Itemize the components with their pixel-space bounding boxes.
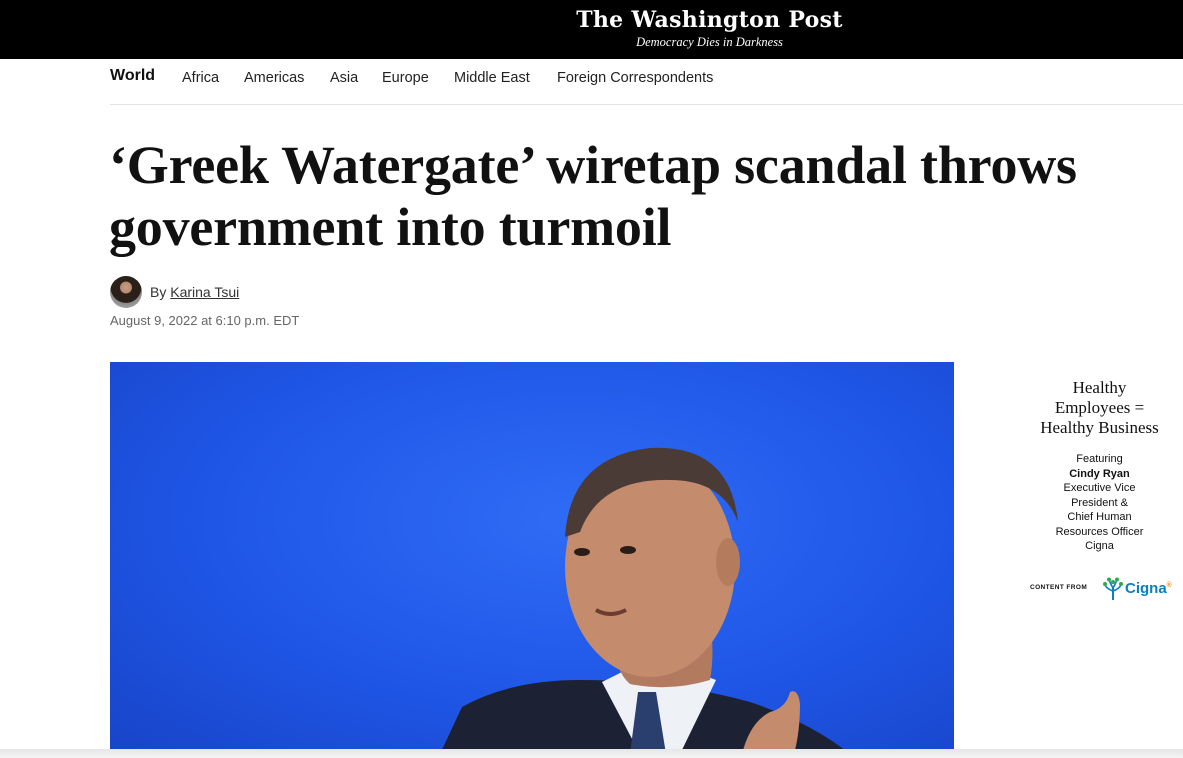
lead-photo-subject — [440, 447, 850, 754]
cigna-tree-icon — [1103, 577, 1123, 600]
site-tagline: Democracy Dies in Darkness — [636, 35, 783, 49]
ad-title: Healthy Employees = Healthy Business — [1022, 378, 1177, 438]
nav-item-americas[interactable]: Americas — [244, 69, 304, 87]
nav-item-asia[interactable]: Asia — [330, 69, 358, 87]
sponsored-ad[interactable]: Healthy Employees = Healthy Business Fea… — [1022, 378, 1177, 600]
nav-item-middle-east[interactable]: Middle East — [454, 69, 530, 87]
ad-person-role: Resources Officer — [1055, 525, 1144, 538]
nav-item-europe[interactable]: Europe — [382, 69, 429, 87]
ad-person-role: Chief Human — [1067, 511, 1132, 523]
section-nav: World Africa Americas Asia Europe Middle… — [110, 59, 1183, 105]
nav-item-africa[interactable]: Africa — [182, 69, 219, 87]
content-from-label: CONTENT FROM — [1030, 584, 1088, 591]
headline-line-1: ‘Greek Watergate’ wiretap scandal throws — [109, 135, 1077, 195]
ad-title-line: Healthy — [1072, 378, 1127, 397]
headline-line-2: government into turmoil — [109, 197, 672, 257]
ad-title-line: Healthy Business — [1040, 418, 1159, 437]
cigna-logo-text: Cigna® — [1125, 580, 1172, 597]
bottom-edge — [0, 749, 1183, 758]
ad-company: Cigna — [1085, 540, 1114, 552]
ad-person-name: Cindy Ryan — [1069, 467, 1130, 480]
registered-mark: ® — [1166, 582, 1172, 589]
author-avatar[interactable] — [110, 276, 142, 308]
ad-body: Featuring Cindy Ryan Executive Vice Pres… — [1022, 452, 1177, 554]
nav-item-foreign-correspondents[interactable]: Foreign Correspondents — [557, 69, 713, 87]
sponsor-name: Cigna — [1125, 580, 1167, 597]
ad-featuring: Featuring — [1076, 453, 1123, 465]
nav-section-world[interactable]: World — [110, 67, 155, 85]
author-link[interactable]: Karina Tsui — [170, 284, 239, 300]
article-headline: ‘Greek Watergate’ wiretap scandal throws… — [109, 134, 1129, 258]
masthead: The Washington Post Democracy Dies in Da… — [0, 0, 1183, 59]
publish-date: August 9, 2022 at 6:10 p.m. EDT — [110, 313, 300, 328]
ad-person-role: President & — [1071, 496, 1128, 509]
byline-text: By Karina Tsui — [150, 284, 239, 300]
byline-prefix: By — [150, 284, 167, 300]
ad-sponsor: CONTENT FROM Cigna® — [1030, 576, 1180, 604]
ad-title-line: Employees = — [1054, 398, 1145, 417]
ad-person-role: Executive Vice — [1063, 482, 1136, 494]
lead-photo — [110, 362, 954, 754]
site-logo[interactable]: The Washington Post — [0, 7, 1183, 33]
